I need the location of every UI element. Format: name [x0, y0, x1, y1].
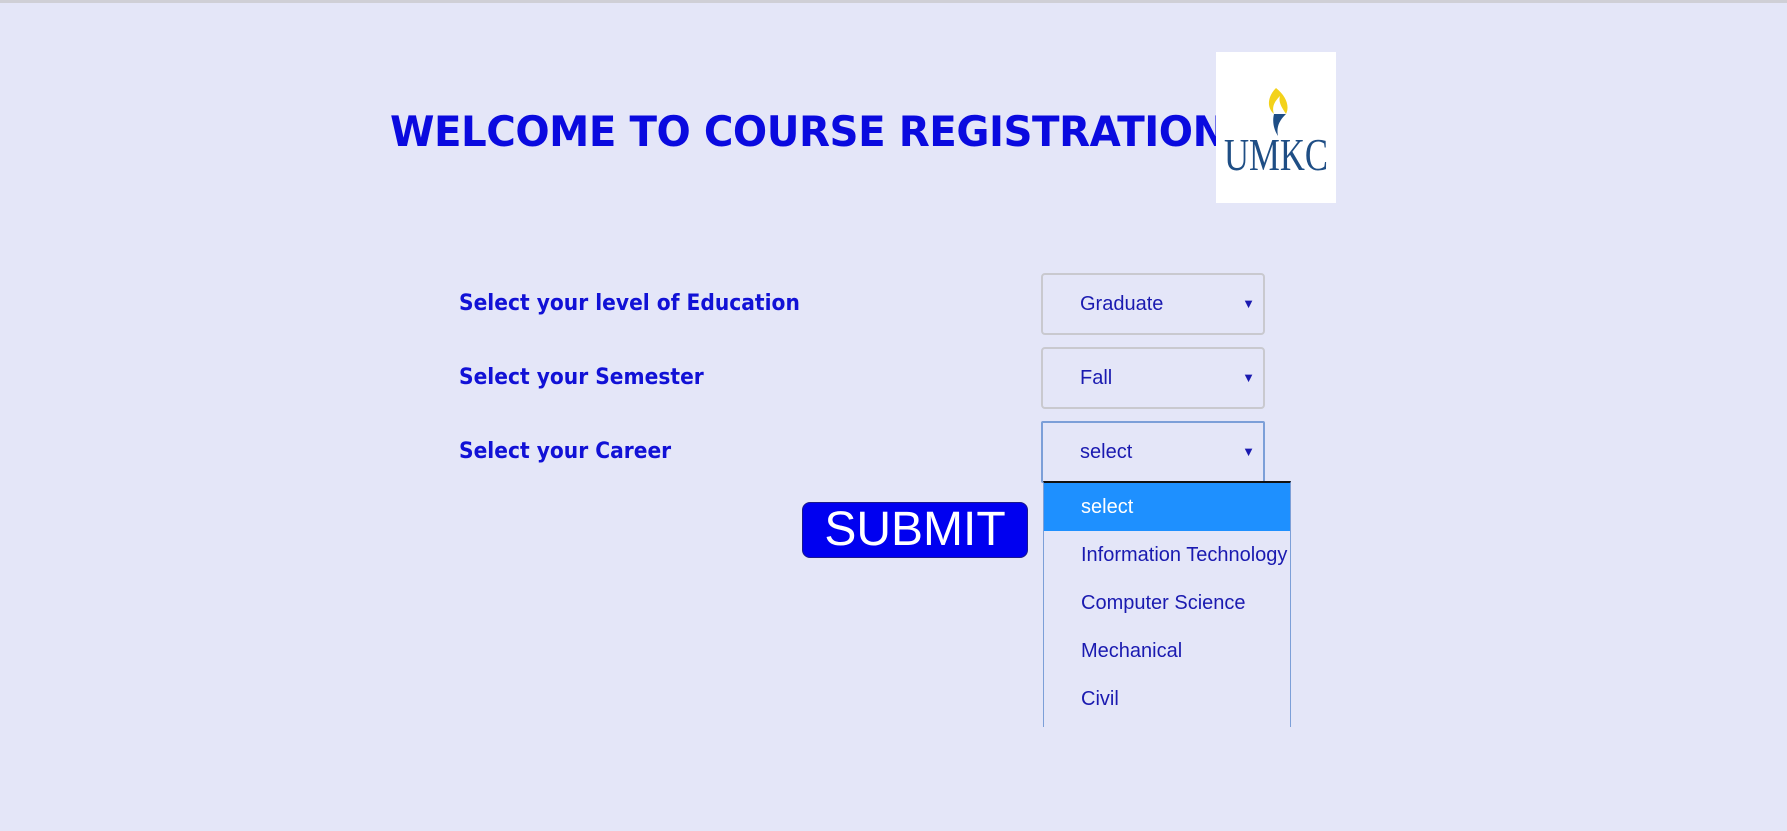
education-label: Select your level of Education: [459, 291, 800, 316]
career-option-information-technology[interactable]: Information Technology: [1044, 531, 1290, 579]
career-option-select[interactable]: select: [1044, 483, 1290, 531]
umkc-logo: UMKC: [1216, 52, 1336, 203]
dropdown-arrow-icon: ▼: [1242, 296, 1255, 311]
education-select[interactable]: Graduate ▼: [1041, 273, 1265, 335]
career-option-mechanical[interactable]: Mechanical: [1044, 627, 1290, 675]
education-select-value: Graduate: [1080, 293, 1164, 315]
career-label: Select your Career: [459, 439, 672, 464]
submit-button[interactable]: SUBMIT: [802, 502, 1028, 558]
course-registration-page: WELCOME TO COURSE REGISTRATION UMKC Sele…: [0, 0, 1787, 831]
career-option-civil[interactable]: Civil: [1044, 675, 1290, 723]
umkc-logo-graphic: UMKC: [1224, 88, 1328, 180]
career-select[interactable]: select ▼: [1041, 421, 1265, 483]
career-select-value: select: [1080, 441, 1133, 463]
dropdown-arrow-icon: ▼: [1242, 444, 1255, 459]
logo-wordmark: UMKC: [1224, 129, 1328, 180]
dropdown-arrow-icon: ▼: [1242, 370, 1255, 385]
page-title: WELCOME TO COURSE REGISTRATION: [390, 107, 1226, 156]
semester-select[interactable]: Fall ▼: [1041, 347, 1265, 409]
career-dropdown-list: select Information Technology Computer S…: [1043, 481, 1291, 727]
semester-select-value: Fall: [1080, 367, 1113, 389]
semester-label: Select your Semester: [459, 365, 704, 390]
career-option-computer-science[interactable]: Computer Science: [1044, 579, 1290, 627]
